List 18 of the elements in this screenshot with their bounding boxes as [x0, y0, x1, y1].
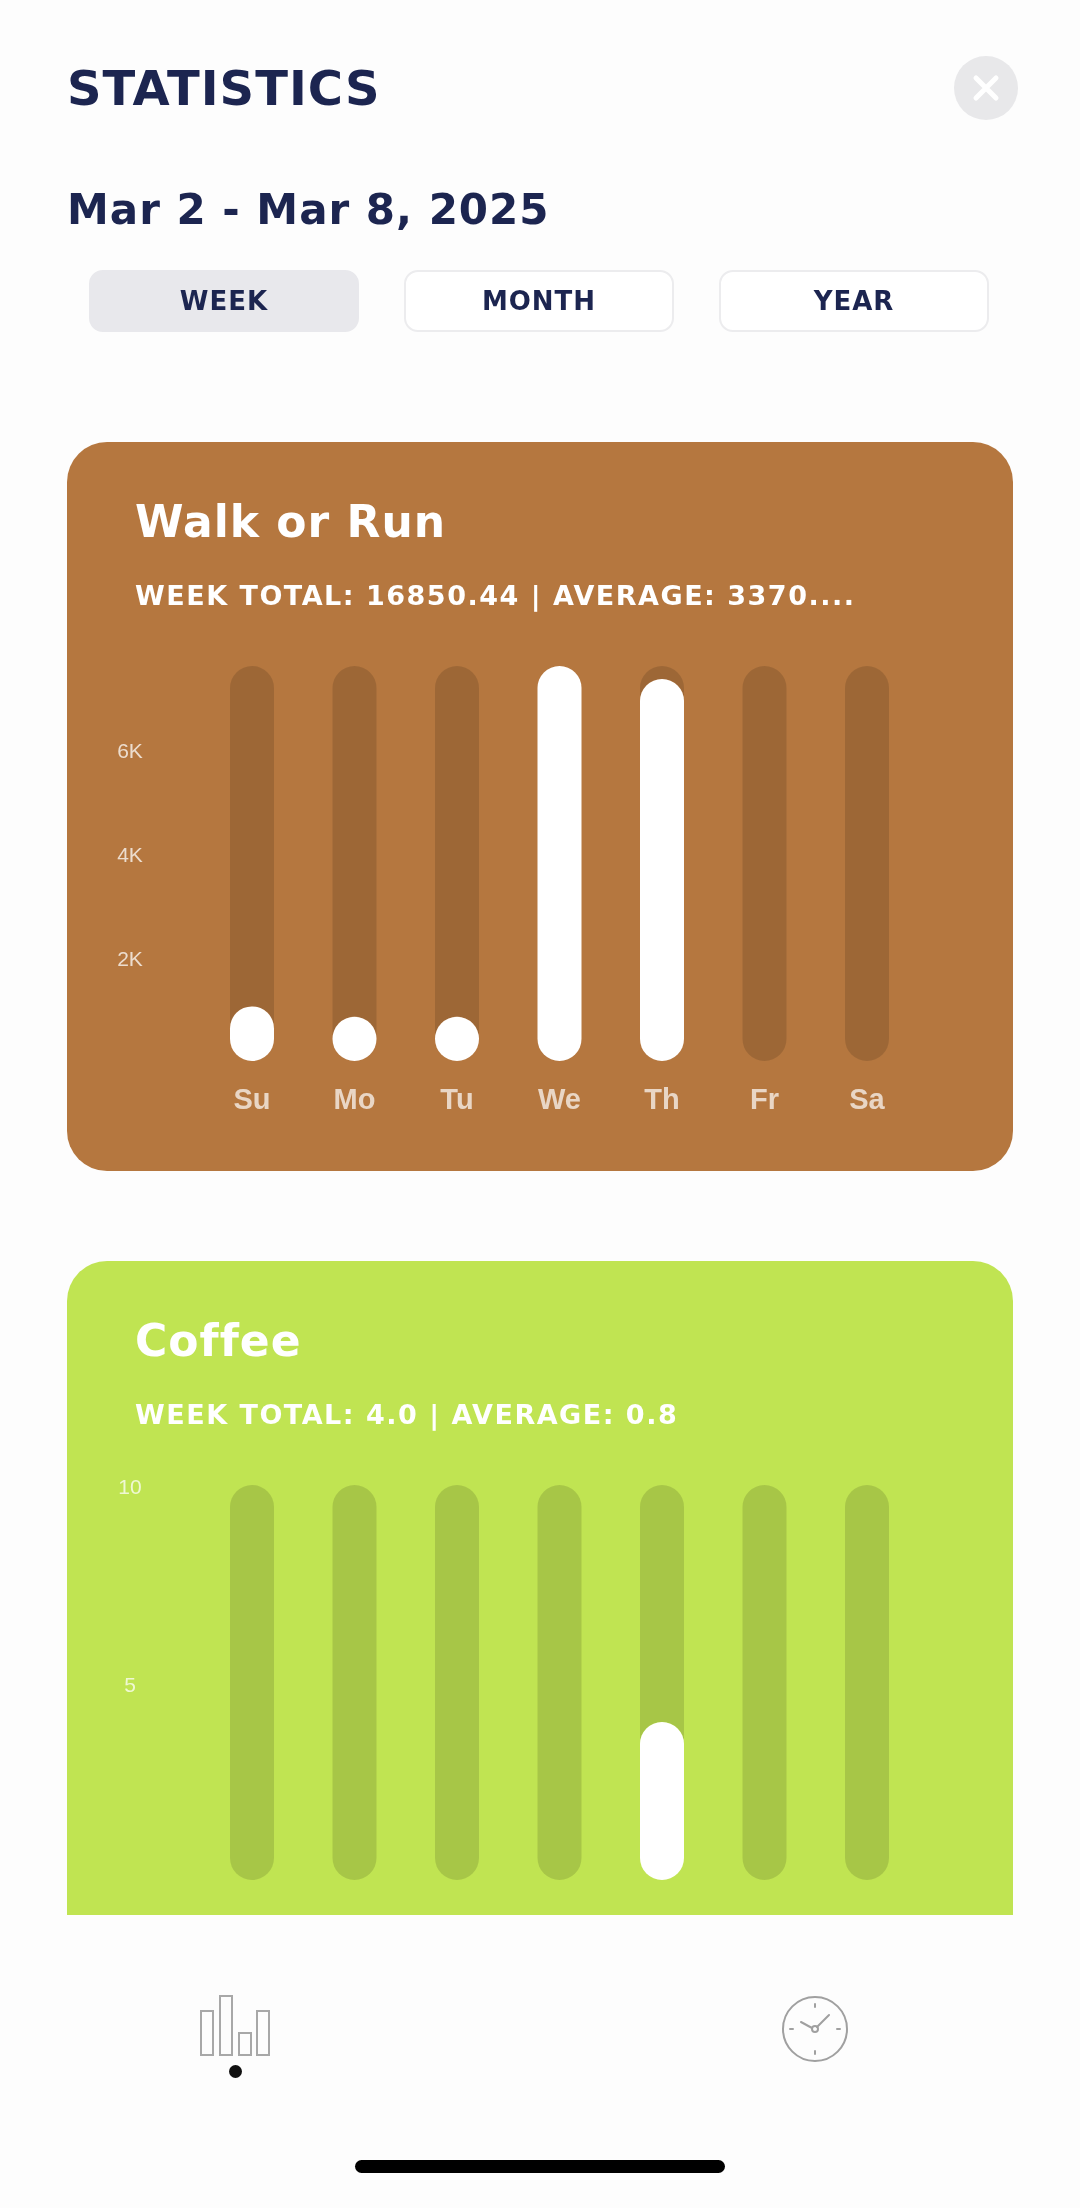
day-label: Mo: [333, 1083, 376, 1115]
page-title: STATISTICS: [67, 59, 381, 118]
card-title: Coffee: [135, 1314, 303, 1368]
axis-tick-label: 6K: [117, 739, 143, 763]
day-label: Tu: [440, 1083, 474, 1115]
axis-tick-label: 2K: [117, 947, 143, 971]
axis-tick-label: 10: [118, 1475, 142, 1498]
week-summary: WEEK TOTAL: 16850.44 | AVERAGE: 3370....: [135, 580, 857, 611]
date-range: Mar 2 - Mar 8, 2025: [67, 185, 551, 234]
axis-tick-label: 5: [124, 1672, 136, 1696]
day-label: Th: [644, 1083, 680, 1115]
axis-tick-label: 4K: [117, 843, 143, 867]
day-label: We: [538, 1083, 581, 1115]
day-label: Su: [233, 1083, 271, 1115]
day-label: Fr: [750, 1083, 779, 1115]
card-title: Walk or Run: [135, 495, 448, 549]
day-label: Sa: [849, 1083, 885, 1115]
week-summary: WEEK TOTAL: 4.0 | AVERAGE: 0.8: [135, 1399, 680, 1430]
